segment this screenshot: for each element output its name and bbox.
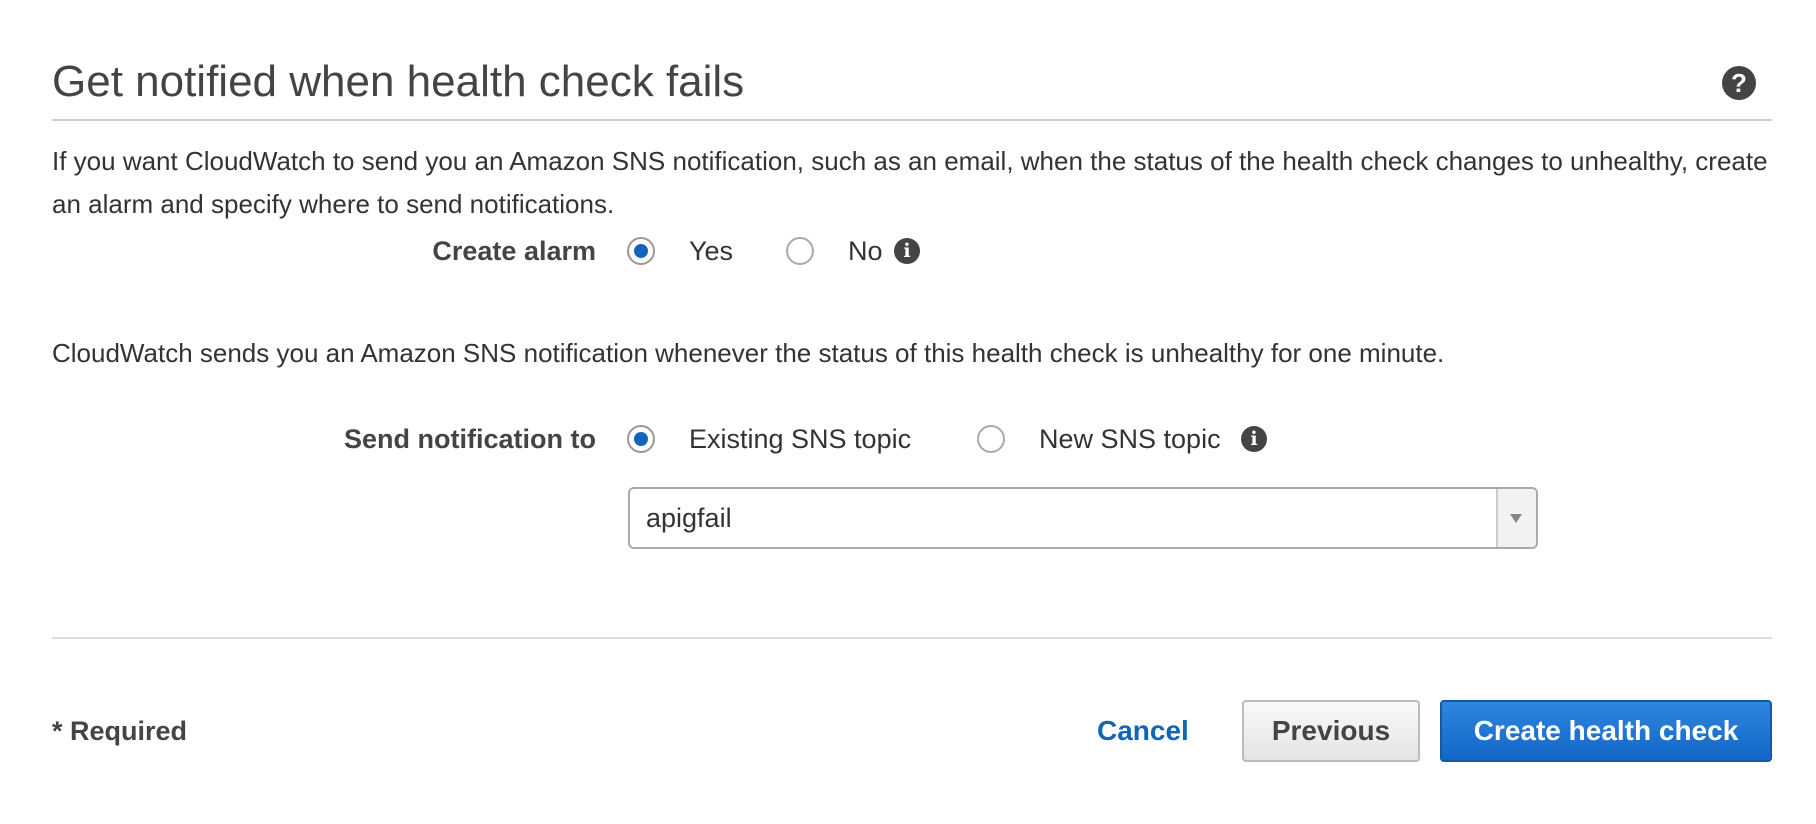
- alarm-description: CloudWatch sends you an Amazon SNS notif…: [52, 338, 1445, 368]
- new-sns-topic-radio[interactable]: [977, 425, 1005, 453]
- sns-topic-select-value: apigfail: [646, 503, 732, 533]
- required-note: * Required: [52, 716, 188, 746]
- health-check-notification-page: Get notified when health check fails ? I…: [0, 0, 1816, 824]
- create-alarm-no-label[interactable]: No: [848, 233, 883, 269]
- send-notification-label: Send notification to: [344, 424, 596, 454]
- create-alarm-yes-label[interactable]: Yes: [689, 233, 733, 269]
- title-divider: [52, 119, 1772, 121]
- create-health-check-button[interactable]: Create health check: [1440, 700, 1772, 762]
- existing-sns-topic-label[interactable]: Existing SNS topic: [689, 421, 911, 457]
- question-circle-icon[interactable]: ?: [1722, 66, 1756, 100]
- new-sns-topic-label[interactable]: New SNS topic: [1039, 421, 1221, 457]
- existing-sns-topic-radio[interactable]: [627, 425, 655, 453]
- intro-text: If you want CloudWatch to send you an Am…: [52, 146, 1768, 219]
- info-circle-icon[interactable]: i: [1241, 426, 1267, 452]
- info-circle-icon[interactable]: i: [894, 238, 920, 264]
- previous-button[interactable]: Previous: [1242, 700, 1420, 762]
- cancel-link[interactable]: Cancel: [1097, 713, 1189, 749]
- footer-divider: [52, 637, 1772, 639]
- caret-down-icon: [1510, 514, 1522, 523]
- sns-topic-select[interactable]: apigfail: [628, 487, 1538, 549]
- section-title: Get notified when health check fails: [52, 57, 745, 106]
- create-alarm-no-radio[interactable]: [786, 237, 814, 265]
- create-alarm-label: Create alarm: [432, 236, 596, 266]
- create-alarm-yes-radio[interactable]: [627, 237, 655, 265]
- select-toggle[interactable]: [1496, 489, 1536, 547]
